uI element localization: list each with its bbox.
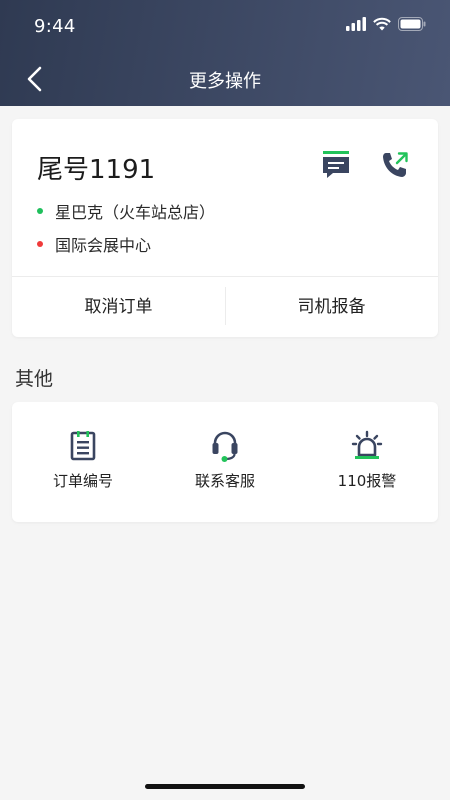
end-location: 国际会展中心 bbox=[37, 232, 151, 256]
cancel-order-button[interactable]: 取消订单 bbox=[12, 277, 225, 337]
start-dot-icon bbox=[37, 208, 43, 214]
wifi-icon bbox=[373, 17, 391, 31]
order-number-button[interactable]: 订单编号 bbox=[12, 428, 154, 491]
start-location: 星巴克（火车站总店） bbox=[37, 199, 215, 223]
alarm-siren-icon bbox=[351, 430, 383, 459]
page-title: 更多操作 bbox=[189, 71, 261, 92]
section-title-other: 其他 bbox=[15, 368, 54, 390]
order-number-label: 订单编号 bbox=[52, 472, 113, 490]
phone-call-icon[interactable] bbox=[379, 149, 411, 181]
status-time: 9:44 bbox=[34, 16, 76, 37]
message-icon[interactable] bbox=[321, 149, 353, 181]
home-indicator[interactable] bbox=[145, 784, 305, 789]
driver-report-button[interactable]: 司机报备 bbox=[225, 277, 438, 337]
signal-icon bbox=[346, 17, 366, 31]
police-alarm-label: 110报警 bbox=[337, 472, 397, 490]
tail-number: 尾号1191 bbox=[37, 155, 156, 185]
end-location-label: 国际会展中心 bbox=[55, 236, 152, 255]
start-location-label: 星巴克（火车站总店） bbox=[55, 203, 216, 222]
contact-service-button[interactable]: 联系客服 bbox=[154, 428, 296, 491]
header: 9:44 更多操作 bbox=[0, 0, 450, 106]
clipboard-icon bbox=[70, 431, 96, 461]
police-alarm-button[interactable]: 110报警 bbox=[296, 428, 438, 491]
contact-service-label: 联系客服 bbox=[194, 472, 255, 490]
status-bar: 9:44 bbox=[0, 0, 450, 52]
headset-icon bbox=[212, 431, 238, 462]
other-card: 订单编号 联系客服 110报警 bbox=[12, 402, 438, 522]
battery-icon bbox=[398, 17, 426, 31]
end-dot-icon bbox=[37, 241, 43, 247]
status-icons bbox=[346, 17, 426, 31]
order-card: 尾号1191 星巴克（火车站总店） 国际会展中心 取消订单 司机报备 bbox=[12, 119, 438, 337]
